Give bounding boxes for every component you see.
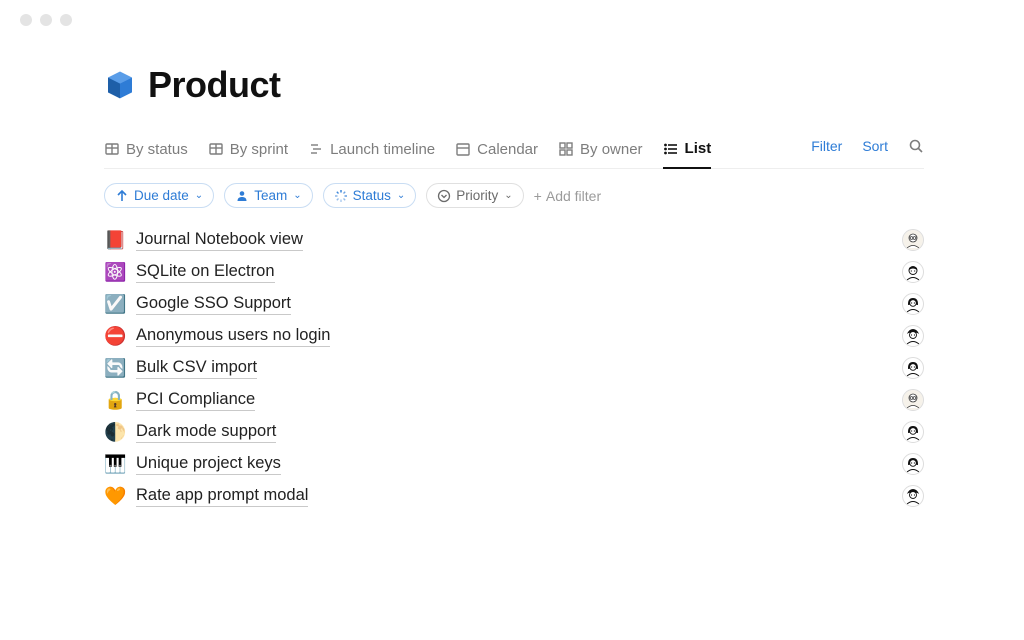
item-emoji: 🔄: [104, 358, 126, 379]
tab-by-sprint[interactable]: By sprint: [208, 135, 288, 168]
page-title-text: Product: [148, 64, 281, 106]
filter-label: Team: [254, 188, 287, 203]
priority-icon: [437, 189, 451, 203]
spinner-icon: [334, 189, 348, 203]
filter-label: Status: [353, 188, 391, 203]
filter-status[interactable]: Status ⌄: [323, 183, 417, 208]
table-icon: [104, 141, 120, 157]
tab-label: Calendar: [477, 141, 538, 158]
tab-label: By owner: [580, 141, 643, 158]
search-button[interactable]: [908, 138, 924, 164]
item-title[interactable]: PCI Compliance: [136, 390, 255, 411]
assignee-avatar[interactable]: [902, 421, 924, 443]
calendar-icon: [455, 141, 471, 157]
tab-by-owner[interactable]: By owner: [558, 135, 643, 168]
item-title[interactable]: SQLite on Electron: [136, 262, 275, 283]
filter-bar: Due date ⌄ Team ⌄ Status ⌄ Priority ⌄ +: [104, 169, 924, 224]
item-title[interactable]: Dark mode support: [136, 422, 276, 443]
item-title[interactable]: Journal Notebook view: [136, 230, 303, 251]
item-title[interactable]: Bulk CSV import: [136, 358, 257, 379]
assignee-avatar[interactable]: [902, 229, 924, 251]
list-item[interactable]: ⛔ Anonymous users no login: [104, 320, 924, 352]
chevron-down-icon: ⌄: [293, 190, 301, 201]
window-controls: [0, 0, 1024, 26]
item-emoji: ☑️: [104, 294, 126, 315]
board-icon: [558, 141, 574, 157]
item-emoji: ⚛️: [104, 262, 126, 283]
sort-action[interactable]: Sort: [862, 138, 888, 164]
tab-by-status[interactable]: By status: [104, 135, 188, 168]
list-item[interactable]: 📕 Journal Notebook view: [104, 224, 924, 256]
item-list: 📕 Journal Notebook view ⚛️ SQLite on Electr…: [104, 224, 924, 512]
timeline-icon: [308, 141, 324, 157]
assignee-avatar[interactable]: [902, 325, 924, 347]
arrow-up-icon: [115, 189, 129, 203]
list-item[interactable]: 🔄 Bulk CSV import: [104, 352, 924, 384]
assignee-avatar[interactable]: [902, 453, 924, 475]
list-icon: [663, 141, 679, 157]
item-title[interactable]: Unique project keys: [136, 454, 281, 475]
list-item[interactable]: 🔒 PCI Compliance: [104, 384, 924, 416]
search-icon: [908, 138, 924, 154]
assignee-avatar[interactable]: [902, 261, 924, 283]
assignee-avatar[interactable]: [902, 293, 924, 315]
tab-list[interactable]: List: [663, 134, 712, 169]
traffic-light-minimize[interactable]: [40, 14, 52, 26]
add-filter-label: Add filter: [546, 188, 601, 204]
tab-label: Launch timeline: [330, 141, 435, 158]
chevron-down-icon: ⌄: [397, 190, 405, 201]
filter-label: Priority: [456, 188, 498, 203]
filter-due-date[interactable]: Due date ⌄: [104, 183, 214, 208]
item-emoji: 🎹: [104, 454, 126, 475]
item-title[interactable]: Rate app prompt modal: [136, 486, 308, 507]
assignee-avatar[interactable]: [902, 357, 924, 379]
traffic-light-zoom[interactable]: [60, 14, 72, 26]
table-icon: [208, 141, 224, 157]
list-item[interactable]: 🌓 Dark mode support: [104, 416, 924, 448]
add-filter-button[interactable]: + Add filter: [534, 188, 601, 204]
tab-label: By sprint: [230, 141, 288, 158]
assignee-avatar[interactable]: [902, 389, 924, 411]
tab-launch-timeline[interactable]: Launch timeline: [308, 135, 435, 168]
list-item[interactable]: 🧡 Rate app prompt modal: [104, 480, 924, 512]
view-tabs: By status By sprint Launch timeline Cale…: [104, 134, 924, 169]
filter-team[interactable]: Team ⌄: [224, 183, 312, 208]
filter-action[interactable]: Filter: [811, 138, 842, 164]
item-title[interactable]: Google SSO Support: [136, 294, 291, 315]
item-emoji: ⛔: [104, 326, 126, 347]
tab-label: By status: [126, 141, 188, 158]
item-emoji: 📕: [104, 230, 126, 251]
list-item[interactable]: 🎹 Unique project keys: [104, 448, 924, 480]
tab-calendar[interactable]: Calendar: [455, 135, 538, 168]
person-icon: [235, 189, 249, 203]
page-title: Product: [104, 64, 924, 106]
chevron-down-icon: ⌄: [195, 190, 203, 201]
list-item[interactable]: ⚛️ SQLite on Electron: [104, 256, 924, 288]
item-title[interactable]: Anonymous users no login: [136, 326, 330, 347]
traffic-light-close[interactable]: [20, 14, 32, 26]
item-emoji: 🧡: [104, 486, 126, 507]
item-emoji: 🔒: [104, 390, 126, 411]
plus-icon: +: [534, 188, 542, 204]
item-emoji: 🌓: [104, 422, 126, 443]
filter-priority[interactable]: Priority ⌄: [426, 183, 523, 208]
chevron-down-icon: ⌄: [504, 190, 512, 201]
filter-label: Due date: [134, 188, 189, 203]
package-icon: [104, 69, 136, 101]
assignee-avatar[interactable]: [902, 485, 924, 507]
list-item[interactable]: ☑️ Google SSO Support: [104, 288, 924, 320]
tab-label: List: [685, 140, 712, 157]
